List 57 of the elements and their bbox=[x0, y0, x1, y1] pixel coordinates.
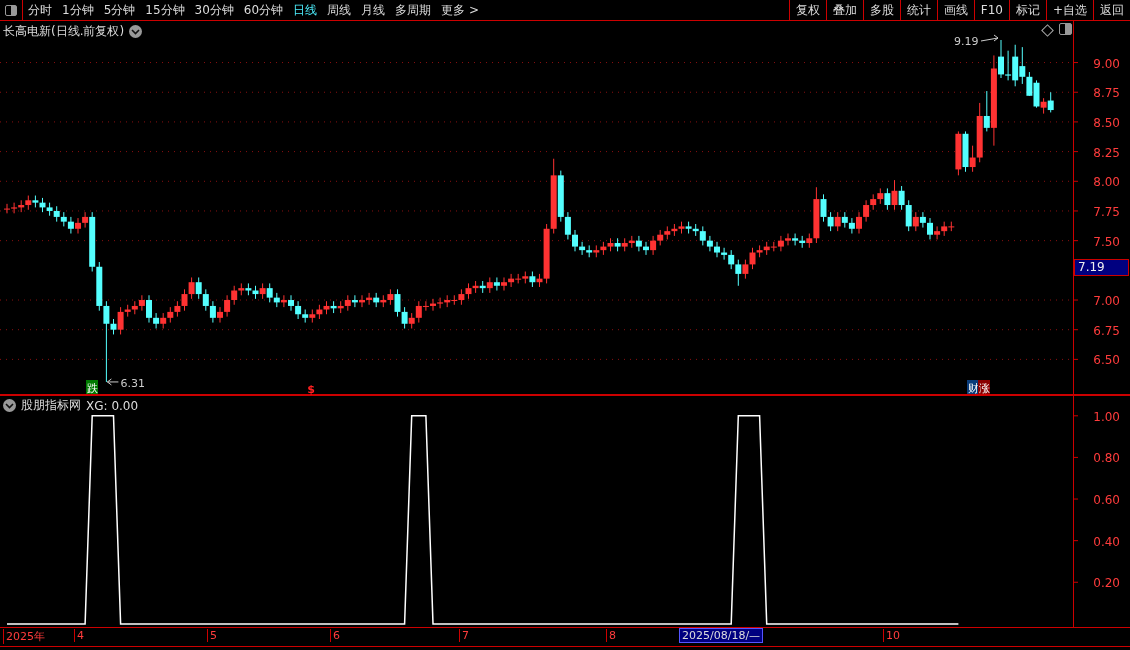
period-tab[interactable]: 60分钟 bbox=[238, 0, 289, 20]
axis-label: 6.50 bbox=[1093, 353, 1120, 368]
toolbar-button[interactable]: 返回 bbox=[1093, 0, 1130, 20]
axis-label: 8.50 bbox=[1093, 115, 1120, 130]
period-tab[interactable]: 分时 bbox=[23, 0, 57, 20]
signal-badge: 涨 bbox=[978, 380, 990, 395]
toolbar-button[interactable]: F10 bbox=[973, 0, 1009, 20]
date-label: 5 bbox=[207, 629, 217, 642]
axis-label: 6.75 bbox=[1093, 323, 1120, 338]
axis-label: 8.25 bbox=[1093, 145, 1120, 160]
toolbar-button[interactable]: 叠加 bbox=[825, 0, 863, 20]
period-tab[interactable]: 15分钟 bbox=[140, 0, 190, 20]
toolbar-button[interactable]: 多股 bbox=[862, 0, 900, 20]
period-tab[interactable]: 更多 > bbox=[436, 0, 484, 20]
date-label: 4 bbox=[74, 629, 84, 642]
axis-label: 0.20 bbox=[1093, 576, 1120, 591]
axis-label: 9.00 bbox=[1093, 56, 1120, 71]
panel-icon[interactable] bbox=[1059, 23, 1072, 35]
dropdown-icon[interactable] bbox=[3, 399, 16, 412]
axis-label: 7.50 bbox=[1093, 234, 1120, 249]
signal-badge: 财 bbox=[967, 380, 979, 395]
signal-marker: $ bbox=[307, 383, 315, 395]
date-label: 6 bbox=[330, 629, 340, 642]
axis-label: 0.40 bbox=[1093, 534, 1120, 549]
period-tab[interactable]: 日线 bbox=[288, 0, 323, 20]
date-label: 7 bbox=[459, 629, 469, 642]
axis-label: 0.60 bbox=[1093, 493, 1120, 508]
toolbar-button[interactable]: 画线 bbox=[936, 0, 974, 20]
price-tag: 7.19 bbox=[1074, 259, 1129, 276]
axis-label: 7.75 bbox=[1093, 204, 1120, 219]
date-label: 8 bbox=[606, 629, 616, 642]
panel-icon bbox=[5, 4, 17, 16]
period-tab[interactable]: 周线 bbox=[322, 0, 357, 20]
period-tab[interactable]: 1分钟 bbox=[57, 0, 99, 20]
annotation: 6.31 bbox=[120, 376, 145, 390]
axis-label: 8.00 bbox=[1093, 175, 1120, 190]
chart-title: 长高电新(日线.前复权) bbox=[3, 23, 125, 40]
period-tab[interactable]: 多周期 bbox=[390, 0, 437, 20]
date-label: 2025年 bbox=[3, 629, 45, 644]
indicator-name: 股朋指标网 bbox=[21, 397, 81, 414]
signal-badge: 跌 bbox=[86, 380, 98, 395]
axis-label: 1.00 bbox=[1093, 409, 1120, 424]
axis-label: 0.80 bbox=[1093, 451, 1120, 466]
toolbar-button[interactable]: 复权 bbox=[788, 0, 826, 20]
period-tab[interactable]: 30分钟 bbox=[189, 0, 239, 20]
period-tab[interactable]: 5分钟 bbox=[98, 0, 141, 20]
annotation: 9.19 bbox=[954, 35, 979, 48]
toolbar-button[interactable]: 统计 bbox=[899, 0, 937, 20]
date-label: 10 bbox=[883, 629, 900, 642]
date-label: 2025/08/18/— bbox=[679, 628, 764, 643]
axis-label: 7.00 bbox=[1093, 294, 1120, 308]
dropdown-icon[interactable] bbox=[129, 25, 143, 38]
axis-label: 8.75 bbox=[1093, 86, 1120, 101]
period-tab[interactable]: 月线 bbox=[356, 0, 391, 20]
indicator-reading: XG: 0.00 bbox=[86, 398, 139, 413]
toolbar-button[interactable]: 标记 bbox=[1008, 0, 1046, 20]
toolbar-button[interactable]: +自选 bbox=[1045, 0, 1093, 20]
